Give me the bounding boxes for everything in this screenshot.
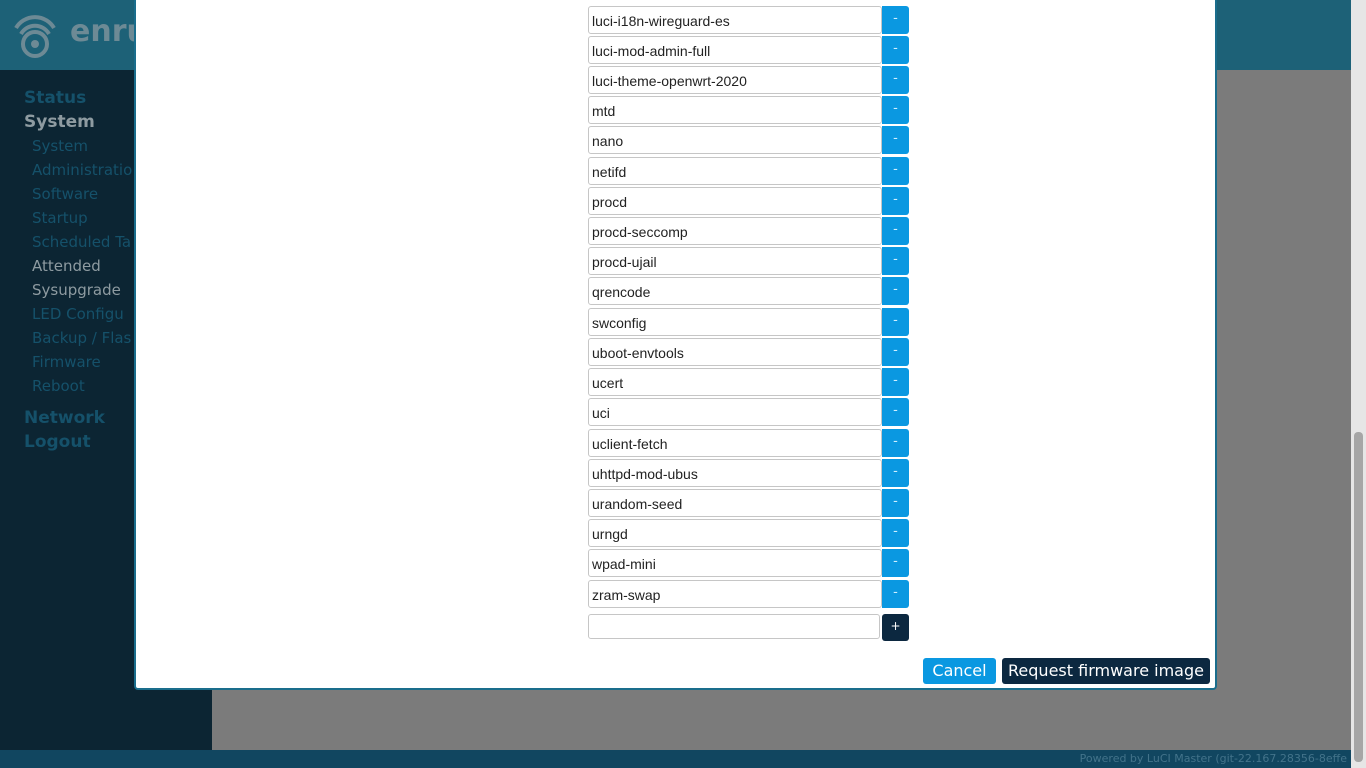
package-row: luci-i18n-wireguard-es - [588,6,910,34]
package-name-field[interactable]: procd-seccomp [588,217,882,245]
remove-package-button[interactable]: - [882,217,909,245]
remove-package-button[interactable]: - [882,459,909,487]
package-name-field[interactable]: uhttpd-mod-ubus [588,459,882,487]
package-name-field[interactable]: luci-i18n-wireguard-es [588,6,882,34]
menu-system-software[interactable]: Software [32,185,98,203]
package-name-field[interactable]: procd-ujail [588,247,882,275]
package-row: uboot-envtools - [588,338,910,366]
package-name-field[interactable]: zram-swap [588,580,882,608]
remove-package-button[interactable]: - [882,96,909,124]
scrollbar-thumb[interactable] [1354,432,1363,762]
menu-status[interactable]: Status [24,88,86,108]
add-package-button[interactable]: + [882,614,909,641]
package-row: uclient-fetch - [588,429,910,457]
package-row: uhttpd-mod-ubus - [588,459,910,487]
package-row: procd-ujail - [588,247,910,275]
package-name-field[interactable]: luci-theme-openwrt-2020 [588,66,882,94]
menu-logout[interactable]: Logout [24,432,91,452]
package-name-field[interactable]: urngd [588,519,882,547]
package-row: urandom-seed - [588,489,910,517]
remove-package-button[interactable]: - [882,247,909,275]
menu-system-backup-flash[interactable]: Backup / Flas [32,329,131,347]
package-row: wpad-mini - [588,549,910,577]
remove-package-button[interactable]: - [882,277,909,305]
cancel-button[interactable]: Cancel [923,658,996,684]
menu-network[interactable]: Network [24,408,105,428]
package-row: mtd - [588,96,910,124]
menu-system-firmware[interactable]: Firmware [32,353,101,371]
logo-icon [14,15,56,58]
package-name-field[interactable]: mtd [588,96,882,124]
firmware-request-dialog: luci-i18n-wireguard-es - luci-mod-admin-fu… [134,0,1217,690]
menu-system-scheduled-tasks[interactable]: Scheduled Ta [32,233,131,251]
package-name-field[interactable]: swconfig [588,308,882,336]
remove-package-button[interactable]: - [882,338,909,366]
remove-package-button[interactable]: - [882,157,909,185]
remove-package-button[interactable]: - [882,519,909,547]
package-name-field[interactable]: netifd [588,157,882,185]
page-scrollbar[interactable] [1351,0,1366,768]
package-row: zram-swap - [588,580,910,608]
package-name-field[interactable]: uclient-fetch [588,429,882,457]
package-name-field[interactable]: urandom-seed [588,489,882,517]
remove-package-button[interactable]: - [882,549,909,577]
package-row: ucert - [588,368,910,396]
package-row: qrencode - [588,277,910,305]
remove-package-button[interactable]: - [882,368,909,396]
package-row: luci-mod-admin-full - [588,36,910,64]
remove-package-button[interactable]: - [882,66,909,94]
request-firmware-button[interactable]: Request firmware image [1002,658,1210,684]
package-name-field[interactable]: nano [588,126,882,154]
package-row: urngd - [588,519,910,547]
remove-package-button[interactable]: - [882,6,909,34]
footer-text: Powered by LuCI Master (git-22.167.28356… [1079,752,1347,765]
package-name-field[interactable]: qrencode [588,277,882,305]
package-name-field[interactable]: uboot-envtools [588,338,882,366]
package-name-field[interactable]: wpad-mini [588,549,882,577]
menu-system-administration[interactable]: Administratio [32,161,132,179]
package-name-field[interactable]: luci-mod-admin-full [588,36,882,64]
menu-system-sysupgrade[interactable]: Sysupgrade [32,281,121,299]
menu-system-system[interactable]: System [32,137,88,155]
package-row: procd - [588,187,910,215]
remove-package-button[interactable]: - [882,429,909,457]
menu-system[interactable]: System [24,112,95,132]
footer: Powered by LuCI Master (git-22.167.28356… [0,750,1351,768]
remove-package-button[interactable]: - [882,126,909,154]
remove-package-button[interactable]: - [882,36,909,64]
menu-system-reboot[interactable]: Reboot [32,377,85,395]
package-row: swconfig - [588,308,910,336]
remove-package-button[interactable]: - [882,398,909,426]
package-row: netifd - [588,157,910,185]
new-package-input[interactable] [588,614,880,639]
menu-system-startup[interactable]: Startup [32,209,88,227]
package-name-field[interactable]: ucert [588,368,882,396]
menu-system-attended[interactable]: Attended [32,257,101,275]
remove-package-button[interactable]: - [882,187,909,215]
remove-package-button[interactable]: - [882,580,909,608]
package-name-field[interactable]: procd [588,187,882,215]
package-row: nano - [588,126,910,154]
package-row: luci-theme-openwrt-2020- [588,66,910,94]
package-row: uci - [588,398,910,426]
package-name-field[interactable]: uci [588,398,882,426]
menu-system-led-configuration[interactable]: LED Configu [32,305,124,323]
package-row: procd-seccomp - [588,217,910,245]
remove-package-button[interactable]: - [882,489,909,517]
remove-package-button[interactable]: - [882,308,909,336]
